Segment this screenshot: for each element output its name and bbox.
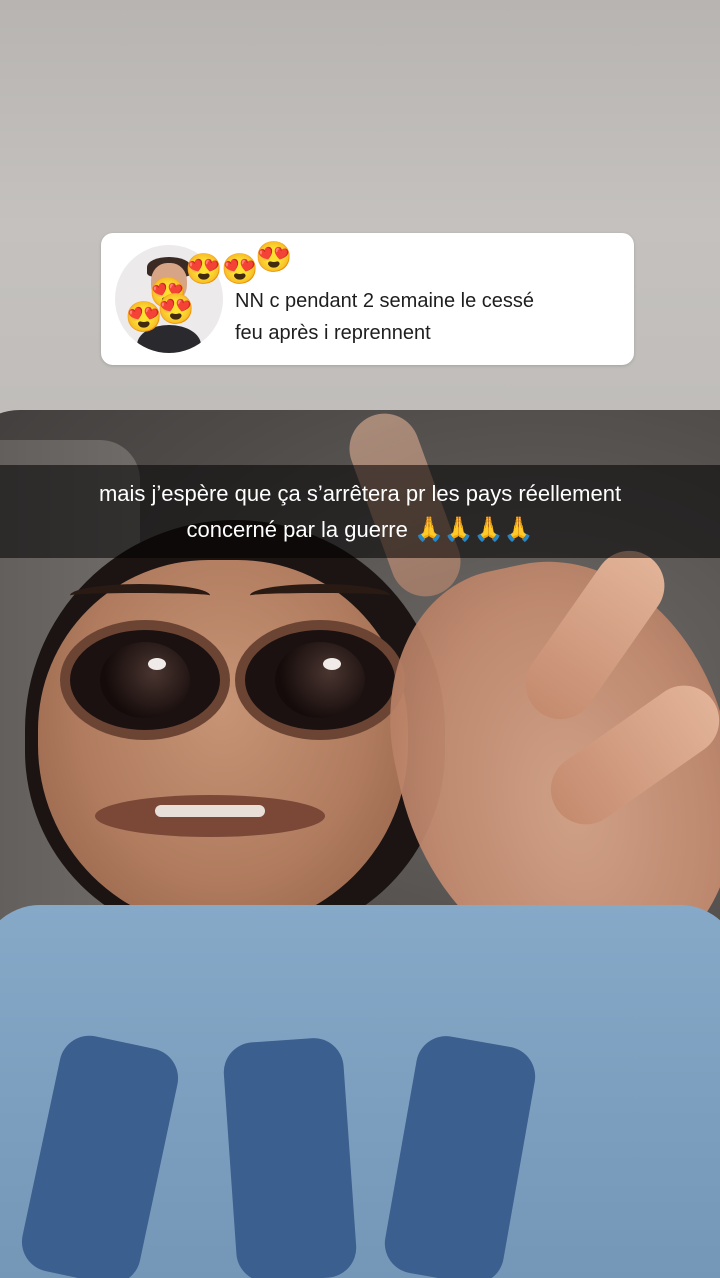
heart-eyes-emoji-icon: 😍 <box>185 253 223 286</box>
caption-line-1: mais j’espère que ça s’arrêtera pr les p… <box>98 480 622 506</box>
left-iris <box>100 642 190 718</box>
right-eyebrow <box>250 584 390 607</box>
caption-line-2-text: concerné par la guerre <box>186 516 408 542</box>
mouth <box>95 795 325 837</box>
reply-sticker[interactable]: 😍 😍 😍 😍 😍 😍 NN c pendant 2 semaine le ce… <box>101 233 634 365</box>
caption-bar[interactable]: mais j’espère que ça s’arrêtera pr les p… <box>0 465 720 558</box>
caption-text: mais j’espère que ça s’arrêtera pr les p… <box>15 476 705 548</box>
right-eye <box>245 630 395 730</box>
left-eyebrow <box>70 584 210 607</box>
heart-eyes-emoji-icon: 😍 <box>157 293 195 326</box>
left-eye <box>70 630 220 730</box>
teeth <box>155 805 265 817</box>
reply-text-line-1: NN c pendant 2 semaine le cessé <box>235 290 535 312</box>
reply-text: NN c pendant 2 semaine le cessé feu aprè… <box>235 285 615 349</box>
heart-eyes-emoji-icon: 😍 <box>255 241 293 274</box>
heart-eyes-emoji-icon: 😍 <box>221 253 259 286</box>
sweater-logo-stroke <box>221 1036 359 1278</box>
right-eye-glint <box>323 658 341 670</box>
caption-line-2: concerné par la guerre 🙏🙏🙏🙏 <box>15 512 705 548</box>
right-iris <box>275 642 365 718</box>
praying-hands-emoji-icon: 🙏🙏🙏🙏 <box>413 515 534 543</box>
reply-text-line-2: feu après i reprennent <box>235 322 431 344</box>
face <box>38 560 408 930</box>
left-eye-glint <box>148 658 166 670</box>
snap-photo-background <box>0 0 720 1278</box>
